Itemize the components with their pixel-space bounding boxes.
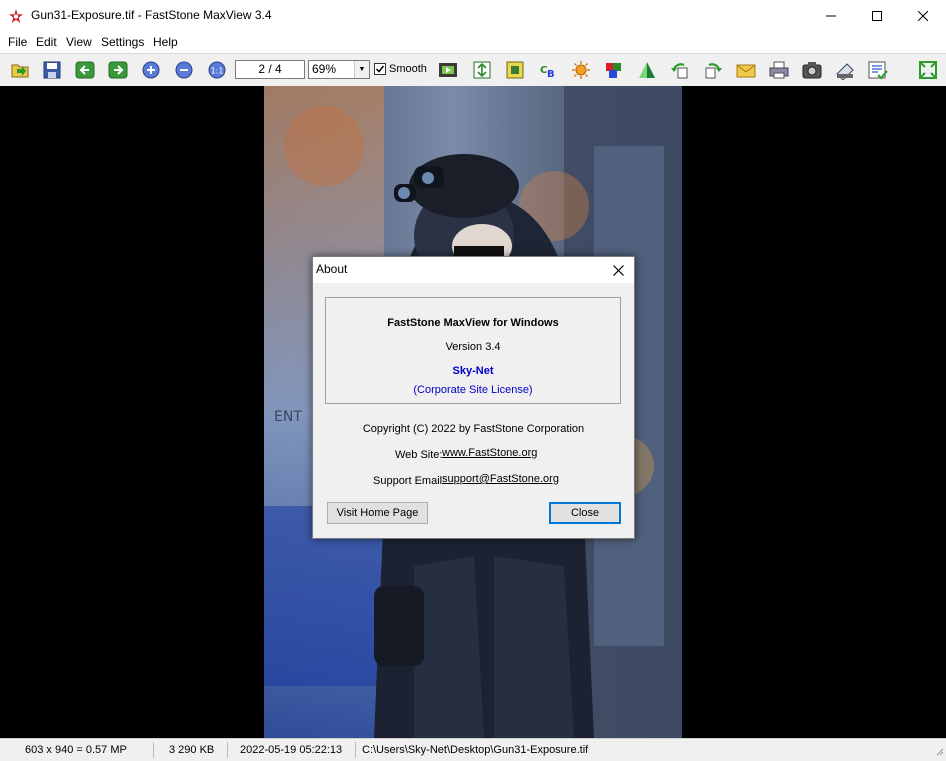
maximize-button[interactable] [854, 0, 900, 31]
crop-icon[interactable] [505, 60, 525, 80]
svg-text:B: B [547, 69, 555, 80]
smooth-label: Smooth [389, 63, 427, 75]
settings-icon[interactable] [868, 60, 888, 80]
minimize-button[interactable] [808, 0, 854, 31]
rgb-icon[interactable] [604, 60, 624, 80]
print-icon[interactable] [769, 60, 789, 80]
resize-icon[interactable] [472, 60, 492, 80]
about-title-bar: About [313, 257, 634, 283]
menu-settings[interactable]: Settings [101, 35, 144, 49]
licensee-name: Sky-Net [452, 365, 494, 377]
version-text: Version 3.4 [445, 341, 501, 353]
previous-icon[interactable] [75, 60, 95, 80]
toolbar: 1:1 2 / 4 69% ▼ Smooth CB [0, 53, 946, 86]
product-name: FastStone MaxView for Windows [387, 317, 559, 329]
zoom-value: 69% [312, 62, 337, 76]
svg-text:ENT: ENT [274, 409, 302, 425]
resize-grip-icon[interactable] [934, 746, 944, 759]
close-button[interactable]: Close [549, 502, 621, 524]
web-site-link[interactable]: www.FastStone.org [442, 447, 537, 459]
visit-home-page-button[interactable]: Visit Home Page [327, 502, 428, 524]
status-divider [153, 742, 154, 758]
support-email-label: Support Email: [373, 475, 446, 487]
page-indicator[interactable]: 2 / 4 [235, 60, 305, 79]
close-icon[interactable] [608, 260, 628, 280]
copyright-text: Copyright (C) 2022 by FastStone Corporat… [362, 423, 585, 435]
menu-view[interactable]: View [66, 35, 92, 49]
actual-size-icon[interactable]: 1:1 [207, 60, 227, 80]
product-info-panel: FastStone MaxView for Windows Version 3.… [325, 297, 621, 404]
slideshow-icon[interactable] [438, 60, 458, 80]
app-icon[interactable] [8, 8, 24, 24]
svg-text:1:1: 1:1 [211, 67, 224, 76]
color-balance-icon[interactable]: CB [538, 60, 558, 80]
adjust-lighting-icon[interactable] [571, 60, 591, 80]
zoom-out-icon[interactable] [174, 60, 194, 80]
next-icon[interactable] [108, 60, 128, 80]
file-path: C:\Users\Sky-Net\Desktop\Gun31-Exposure.… [362, 744, 589, 756]
status-divider [355, 742, 356, 758]
chevron-down-icon[interactable]: ▼ [354, 61, 369, 78]
scan-icon[interactable] [835, 60, 855, 81]
zoom-select[interactable]: 69% ▼ [308, 60, 370, 79]
status-bar: 603 x 940 = 0.57 MP 3 290 KB 2022-05-19 … [0, 738, 946, 761]
rotate-left-icon[interactable] [670, 60, 690, 80]
menu-edit[interactable]: Edit [36, 35, 57, 49]
about-dialog: About FastStone MaxView for Windows Vers… [312, 256, 635, 539]
menu-bar: File Edit View Settings Help [0, 31, 946, 53]
status-divider [227, 742, 228, 758]
image-dimensions: 603 x 940 = 0.57 MP [25, 744, 127, 756]
close-window-button[interactable] [900, 0, 946, 31]
fullscreen-icon[interactable] [918, 60, 938, 80]
open-icon[interactable] [10, 60, 30, 80]
rotate-right-icon[interactable] [703, 60, 723, 80]
title-bar: Gun31-Exposure.tif - FastStone MaxView 3… [0, 0, 946, 31]
web-site-label: Web Site: [395, 449, 443, 461]
window-title: Gun31-Exposure.tif - FastStone MaxView 3… [31, 8, 272, 22]
email-icon[interactable] [736, 60, 756, 80]
license-type: (Corporate Site License) [413, 384, 533, 396]
menu-file[interactable]: File [8, 35, 27, 49]
capture-icon[interactable] [802, 60, 822, 80]
save-icon[interactable] [42, 60, 62, 80]
menu-help[interactable]: Help [153, 35, 178, 49]
sharpen-icon[interactable] [637, 60, 657, 80]
file-date: 2022-05-19 05:22:13 [240, 744, 343, 756]
zoom-in-icon[interactable] [141, 60, 161, 80]
smooth-checkbox[interactable] [374, 63, 386, 75]
about-title: About [316, 262, 348, 276]
file-size: 3 290 KB [169, 744, 215, 756]
support-email-link[interactable]: support@FastStone.org [442, 473, 559, 485]
